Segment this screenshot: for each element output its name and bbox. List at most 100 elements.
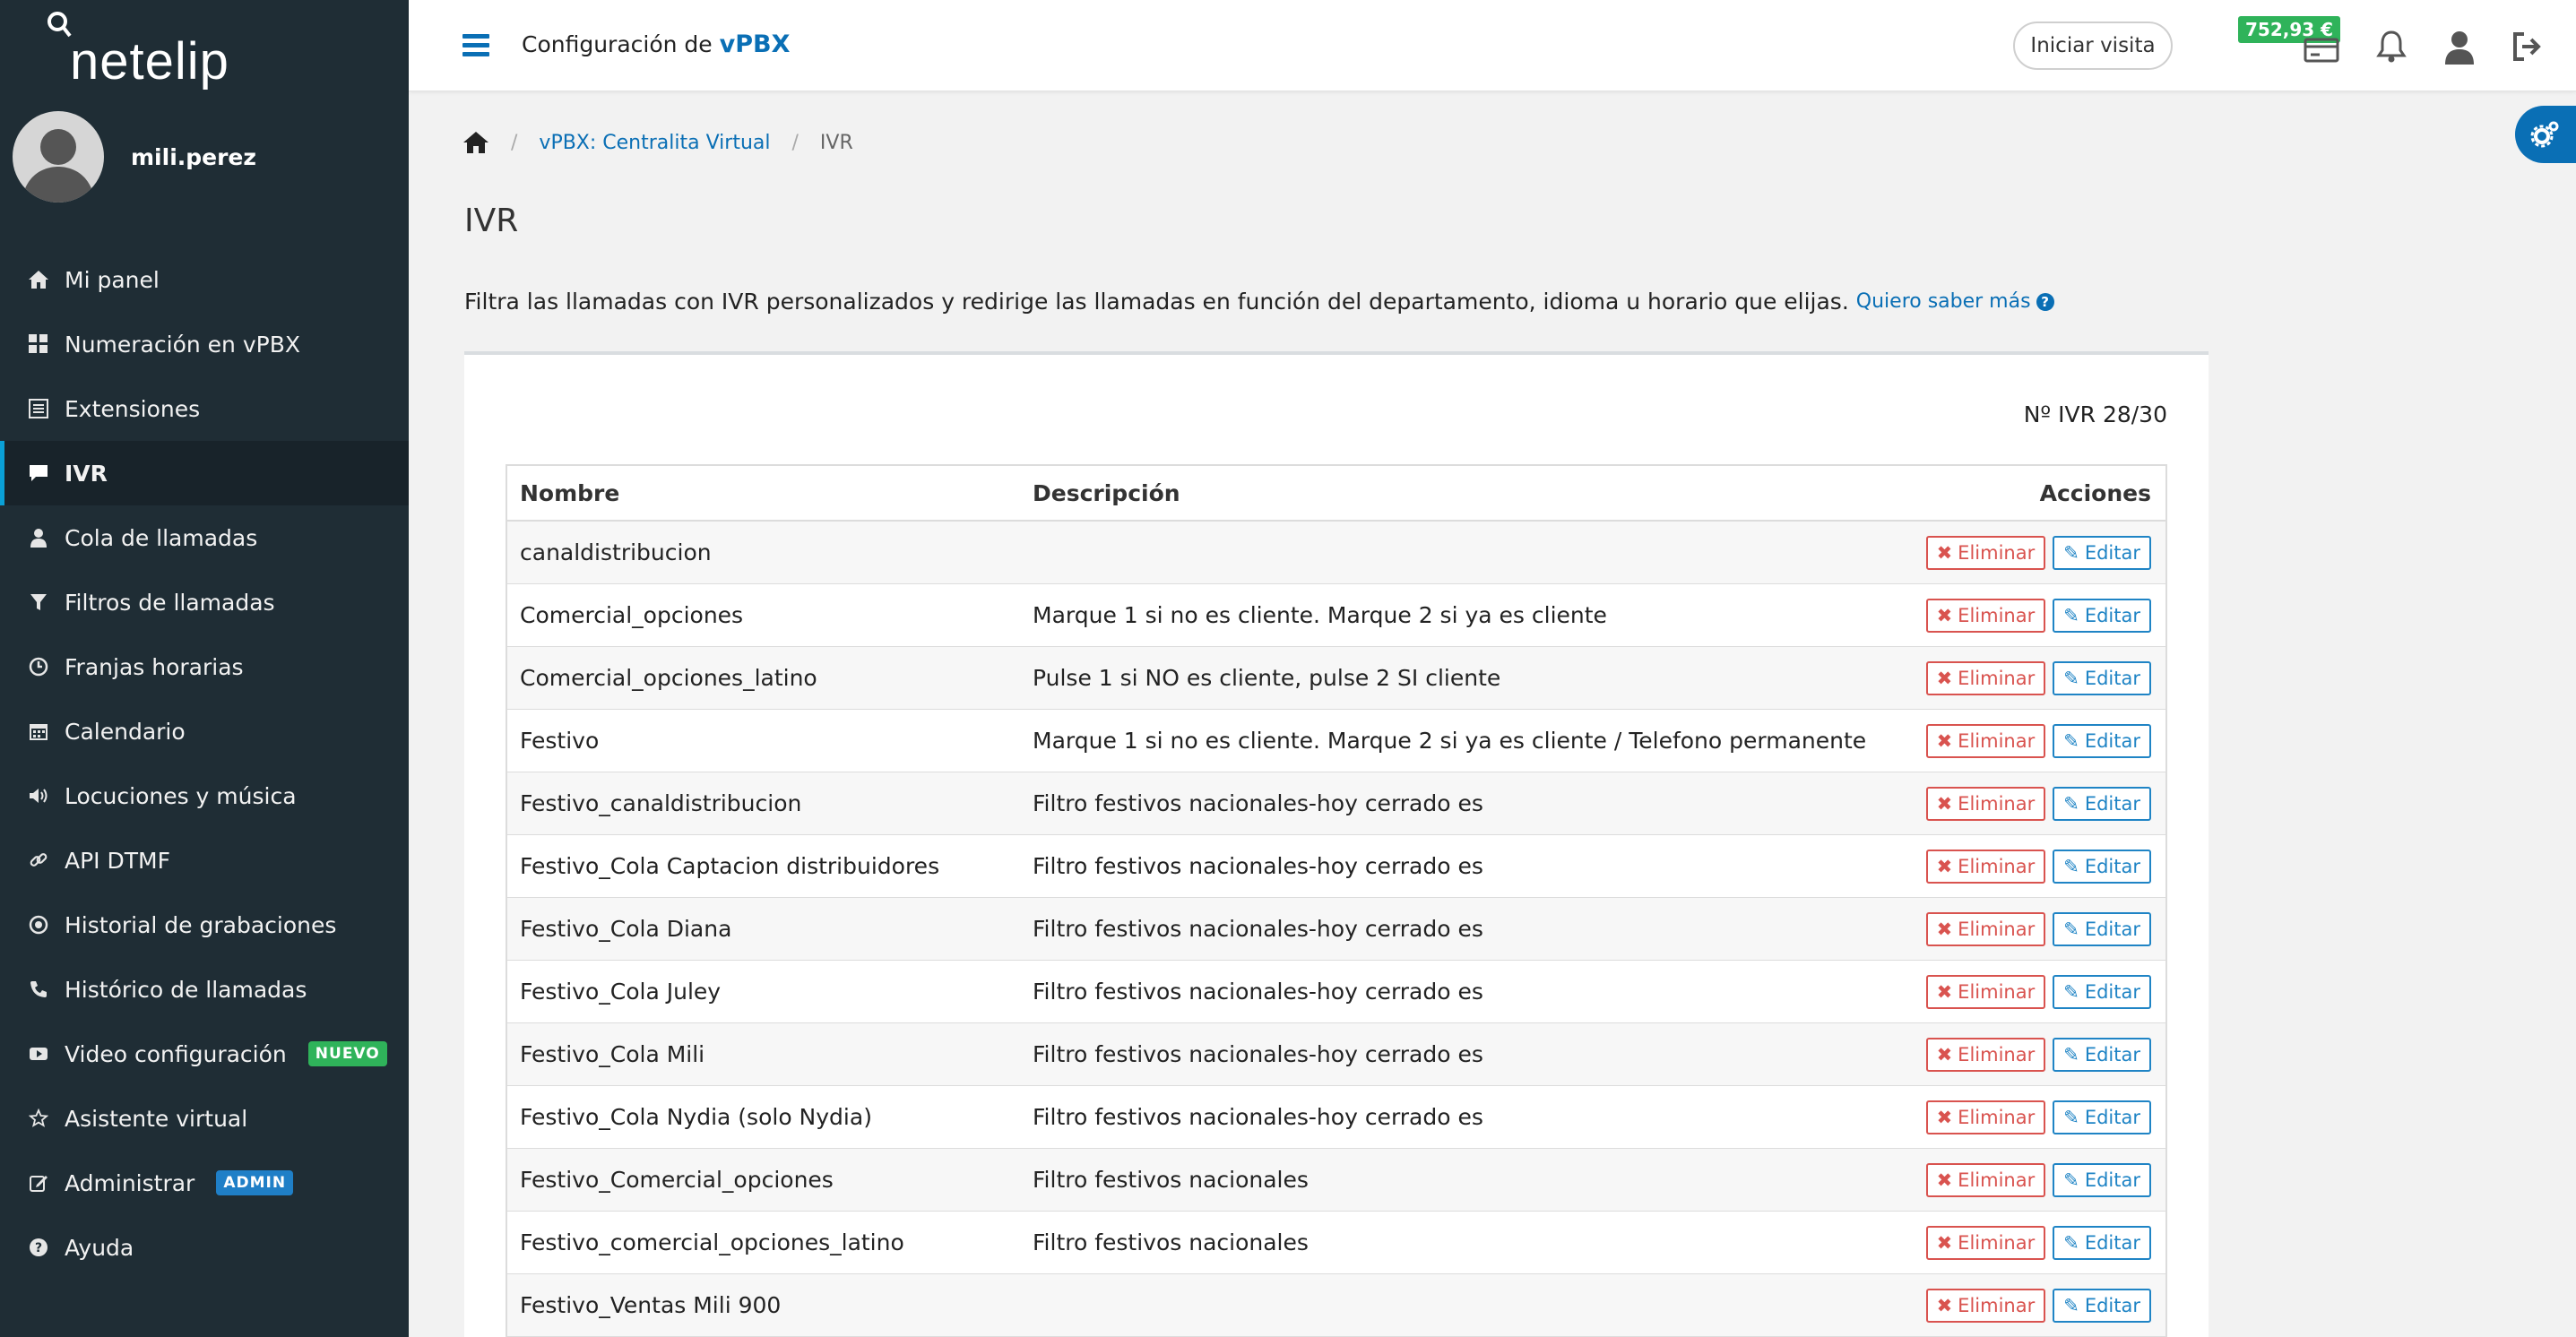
list-icon [27,397,50,420]
ivr-description: Filtro festivos nacionales [1033,1167,1309,1193]
home-icon[interactable] [462,131,489,154]
wallet-icon[interactable] [2304,36,2339,63]
sidebar-item-ivr[interactable]: IVR [0,441,409,505]
delete-label: Eliminar [1958,1294,2036,1316]
sidebar-item-historial-grabaciones[interactable]: Historial de grabaciones [0,893,409,957]
ivr-name[interactable]: Festivo_Cola Juley [507,979,1033,1005]
delete-button[interactable]: ✖ Eliminar [1925,535,2046,570]
delete-button[interactable]: ✖ Eliminar [1925,911,2046,946]
sidebar-item-mi-panel[interactable]: Mi panel [0,247,409,312]
start-visit-button[interactable]: Iniciar visita [2013,22,2173,70]
ivr-name[interactable]: Festivo_Comercial_opciones [507,1167,1033,1193]
edit-button[interactable]: ✎ Editar [2053,535,2151,570]
row-actions: ✖ Eliminar ✎ Editar [1915,723,2165,758]
ivr-name[interactable]: Festivo_Cola Diana [507,916,1033,942]
delete-button[interactable]: ✖ Eliminar [1925,786,2046,821]
ivr-name[interactable]: Festivo_Cola Captacion distribuidores [507,853,1033,879]
table-row: Comercial_opciones_latino Pulse 1 si NO … [507,647,2165,710]
sidebar-item-video-configuracion[interactable]: Video configuración NUEVO [0,1022,409,1086]
ivr-name[interactable]: Festivo_Cola Nydia (solo Nydia) [507,1104,1033,1130]
ivr-name[interactable]: Comercial_opciones_latino [507,665,1033,691]
delete-button[interactable]: ✖ Eliminar [1925,1162,2046,1197]
user-icon [27,526,50,549]
delete-button[interactable]: ✖ Eliminar [1925,660,2046,695]
edit-button[interactable]: ✎ Editar [2053,723,2151,758]
logout-icon[interactable] [2510,29,2546,65]
breadcrumb-current: IVR [819,131,853,154]
sidebar-item-ayuda[interactable]: ? Ayuda [0,1215,409,1280]
sidebar-item-filtros[interactable]: Filtros de llamadas [0,570,409,634]
ivr-name[interactable]: Festivo_canaldistribucion [507,790,1033,816]
delete-button[interactable]: ✖ Eliminar [1925,1288,2046,1323]
sidebar-item-locuciones[interactable]: Locuciones y música [0,763,409,828]
delete-button[interactable]: ✖ Eliminar [1925,849,2046,884]
sidebar-item-cola-de-llamadas[interactable]: Cola de llamadas [0,505,409,570]
edit-button[interactable]: ✎ Editar [2053,974,2151,1009]
edit-label: Editar [2084,604,2140,626]
star-icon [27,1107,50,1130]
close-icon: ✖ [1936,729,1953,752]
ivr-name[interactable]: Festivo_Cola Mili [507,1041,1033,1067]
delete-label: Eliminar [1958,1231,2036,1254]
sidebar-item-label: Cola de llamadas [65,524,258,551]
edit-button[interactable]: ✎ Editar [2053,1288,2151,1323]
edit-label: Editar [2084,667,2140,689]
edit-button[interactable]: ✎ Editar [2053,1225,2151,1260]
edit-button[interactable]: ✎ Editar [2053,660,2151,695]
delete-button[interactable]: ✖ Eliminar [1925,1225,2046,1260]
edit-button[interactable]: ✎ Editar [2053,786,2151,821]
sidebar-item-franjas-horarias[interactable]: Franjas horarias [0,634,409,699]
row-actions: ✖ Eliminar ✎ Editar [1915,786,2165,821]
column-header-actions: Acciones [2039,479,2151,506]
sidebar-item-calendario[interactable]: Calendario [0,699,409,763]
edit-icon [27,1171,50,1195]
edit-button[interactable]: ✎ Editar [2053,1100,2151,1134]
topbar: Configuración de vPBX Iniciar visita 752… [409,0,2576,91]
edit-button[interactable]: ✎ Editar [2053,1162,2151,1197]
sidebar-item-extensiones[interactable]: Extensiones [0,376,409,441]
close-icon: ✖ [1936,980,1953,1003]
edit-button[interactable]: ✎ Editar [2053,849,2151,884]
ivr-description: Filtro festivos nacionales-hoy cerrado e… [1033,1104,1483,1130]
logo[interactable]: netelip [43,7,229,88]
delete-button[interactable]: ✖ Eliminar [1925,598,2046,633]
ivr-name[interactable]: Festivo_Ventas Mili 900 [507,1292,1033,1318]
edit-button[interactable]: ✎ Editar [2053,911,2151,946]
edit-button[interactable]: ✎ Editar [2053,598,2151,633]
sidebar-item-asistente-virtual[interactable]: Asistente virtual [0,1086,409,1151]
user-account-icon[interactable] [2442,29,2477,65]
sidebar-item-numeracion[interactable]: Numeración en vPBX [0,312,409,376]
delete-button[interactable]: ✖ Eliminar [1925,723,2046,758]
menu-toggle-icon[interactable] [462,34,489,57]
speaker-icon [27,784,50,807]
edit-label: Editar [2084,1294,2140,1316]
sidebar-item-historico-llamadas[interactable]: Histórico de llamadas [0,957,409,1022]
delete-button[interactable]: ✖ Eliminar [1925,1037,2046,1072]
sidebar-item-label: Video configuración [65,1040,287,1067]
sidebar-item-label: IVR [65,460,108,487]
ivr-name[interactable]: Festivo [507,728,1033,754]
pencil-icon: ✎ [2063,792,2079,815]
table-row: Festivo_Comercial_opciones Filtro festiv… [507,1149,2165,1212]
ivr-name[interactable]: Festivo_comercial_opciones_latino [507,1229,1033,1255]
delete-button[interactable]: ✖ Eliminar [1925,974,2046,1009]
row-actions: ✖ Eliminar ✎ Editar [1915,1162,2165,1197]
row-actions: ✖ Eliminar ✎ Editar [1915,598,2165,633]
sidebar-item-administrar[interactable]: Administrar ADMIN [0,1151,409,1215]
pencil-icon: ✎ [2063,1231,2079,1254]
breadcrumb-link-section[interactable]: vPBX: Centralita Virtual [539,132,770,154]
delete-label: Eliminar [1958,1106,2036,1128]
learn-more-link[interactable]: Quiero saber más [1856,290,2031,313]
question-icon[interactable]: ? [2036,292,2054,311]
user-profile[interactable]: mili.perez [13,111,256,203]
sidebar-item-label: Asistente virtual [65,1105,248,1132]
ivr-name[interactable]: Comercial_opciones [507,602,1033,628]
bell-icon[interactable] [2373,29,2409,65]
edit-button[interactable]: ✎ Editar [2053,1037,2151,1072]
delete-button[interactable]: ✖ Eliminar [1925,1100,2046,1134]
settings-gear-icon[interactable] [2515,106,2576,163]
ivr-name[interactable]: canaldistribucion [507,539,1033,565]
sidebar-item-api-dtmf[interactable]: API DTMF [0,828,409,893]
row-actions: ✖ Eliminar ✎ Editar [1915,1100,2165,1134]
delete-label: Eliminar [1958,980,2036,1003]
